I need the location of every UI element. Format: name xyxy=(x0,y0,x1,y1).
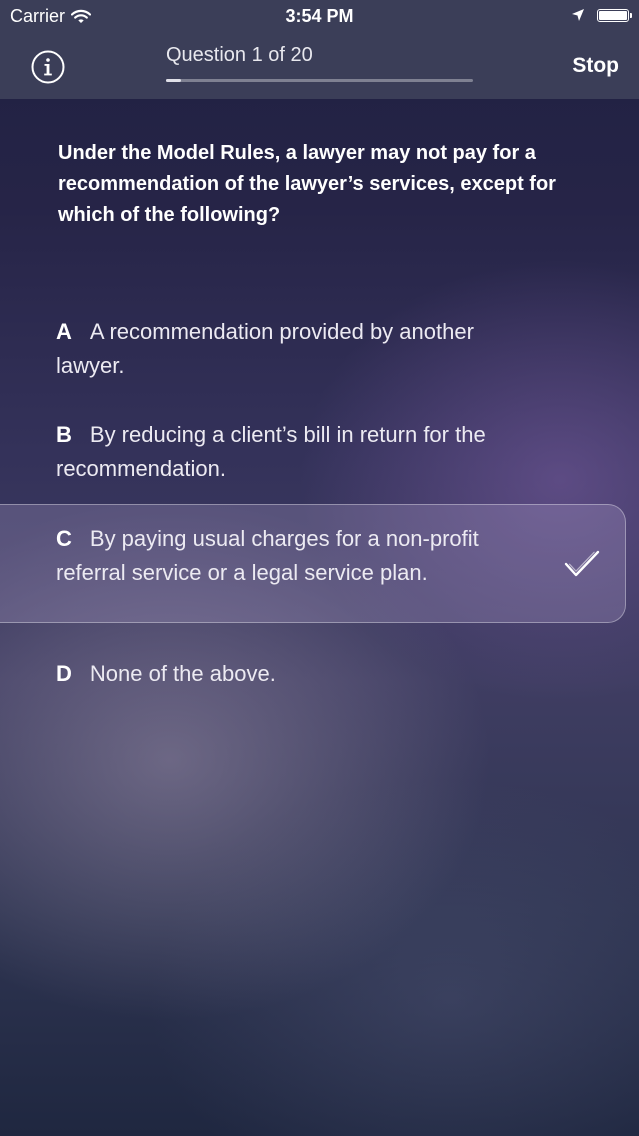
answer-letter: D xyxy=(56,661,72,686)
answer-option-b[interactable]: B By reducing a client’s bill in return f… xyxy=(0,414,626,500)
answer-text-wrap: AA recommendation provided by another la… xyxy=(56,315,536,383)
battery-icon xyxy=(597,8,632,22)
answer-text-wrap: D None of the above. xyxy=(56,657,536,691)
status-bar: Carrier 3:54 PM xyxy=(0,0,639,34)
answer-option-c[interactable]: C By paying usual charges for a non-profi… xyxy=(0,504,626,623)
answer-option-d[interactable]: D None of the above. xyxy=(0,644,626,708)
nav-bar: Question 1 of 20 Stop xyxy=(0,34,639,99)
status-indicators xyxy=(571,8,632,22)
answer-label: By reducing a client’s bill in return fo… xyxy=(56,422,486,481)
header: Carrier 3:54 PM Question 1 of 20 Stop xyxy=(0,0,639,99)
answer-letter: A xyxy=(56,319,72,344)
checkmark-icon xyxy=(564,550,600,577)
question-counter: Question 1 of 20 xyxy=(166,44,313,66)
answer-text-wrap: B By reducing a client’s bill in return f… xyxy=(56,418,536,486)
clock: 3:54 PM xyxy=(285,6,354,26)
answer-label: A recommendation provided by another law… xyxy=(56,319,474,378)
answer-label: None of the above. xyxy=(89,661,276,686)
answer-letter: C xyxy=(56,526,72,551)
quiz-progress-bar xyxy=(166,79,473,82)
info-icon xyxy=(31,50,65,84)
quiz-progress-fill xyxy=(166,79,182,82)
answer-text-wrap: C By paying usual charges for a non-profi… xyxy=(56,522,536,590)
battery-fill xyxy=(599,10,627,20)
stop-button[interactable]: Stop xyxy=(572,54,619,78)
question-text: Under the Model Rules, a lawyer may not … xyxy=(58,142,556,226)
answer-letter: B xyxy=(56,422,72,447)
answer-label: By paying usual charges for a non-profit… xyxy=(56,526,479,585)
info-button[interactable] xyxy=(31,50,65,84)
location-arrow-icon xyxy=(572,9,584,21)
answer-option-a[interactable]: AA recommendation provided by another la… xyxy=(0,310,626,396)
